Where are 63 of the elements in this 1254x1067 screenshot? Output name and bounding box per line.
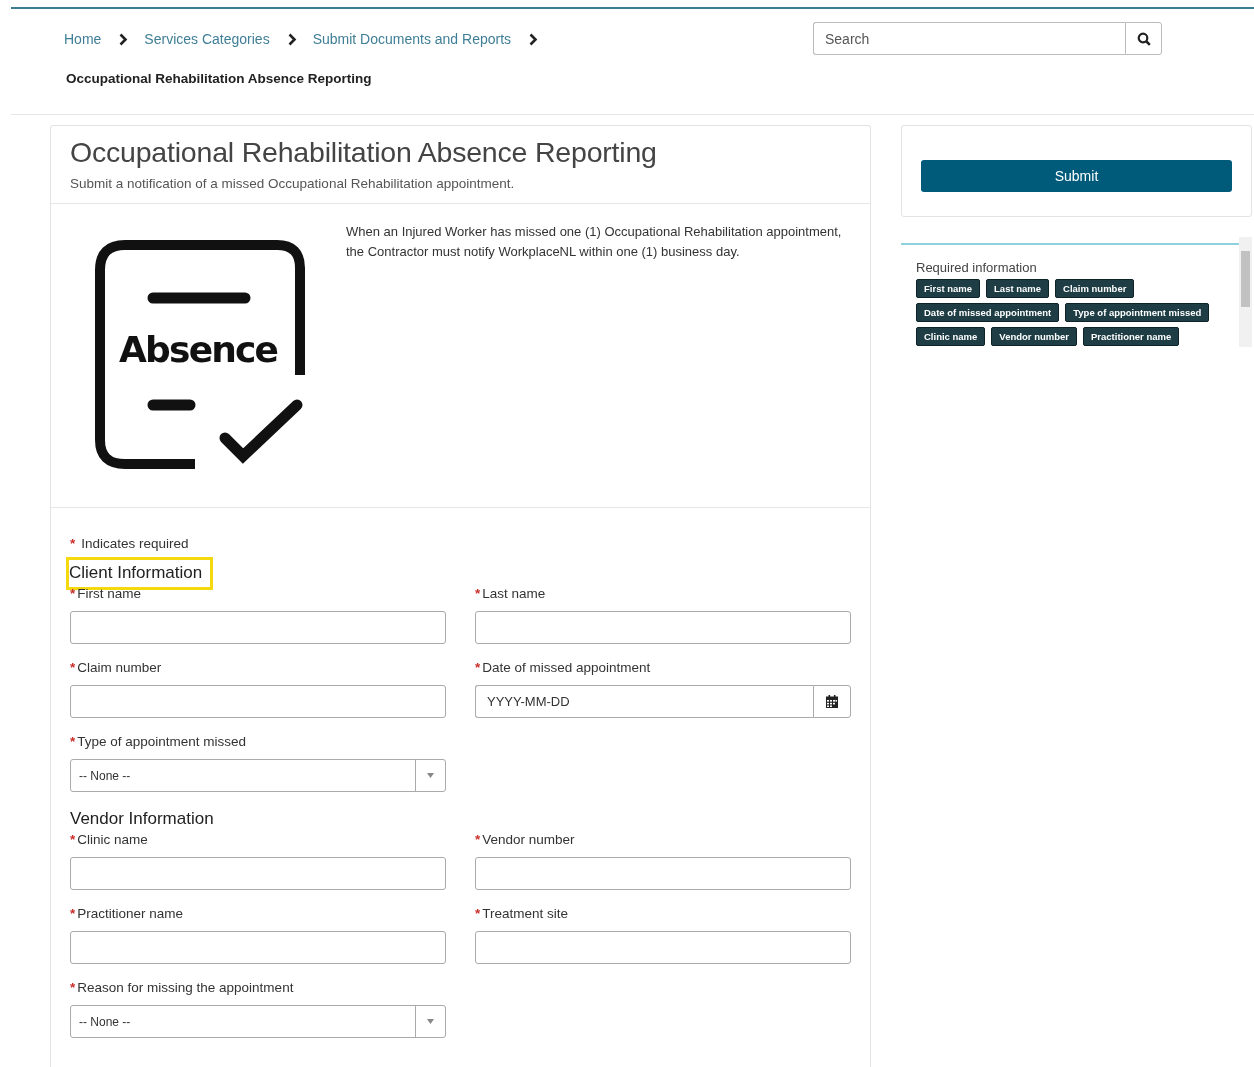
field-label: Last name <box>482 586 546 601</box>
required-asterisk: * <box>70 586 76 601</box>
breadcrumb-link[interactable]: Home <box>64 31 102 47</box>
required-field-tag: Clinic name <box>916 327 986 346</box>
required-field-tag: First name <box>916 279 981 298</box>
illustration-text: Absence <box>119 329 279 370</box>
field-label: First name <box>77 586 142 601</box>
required-field-tag: Vendor number <box>991 327 1077 346</box>
required-field-tag: Type of appointment missed <box>1065 303 1210 322</box>
required-asterisk: * <box>70 980 76 995</box>
required-asterisk: * <box>70 536 76 551</box>
chevron-icon <box>529 32 539 46</box>
text-field[interactable] <box>475 611 851 644</box>
breadcrumb-link[interactable]: Submit Documents and Reports <box>312 31 512 47</box>
search-field[interactable]: Search <box>813 22 1125 55</box>
text-field[interactable] <box>70 857 446 890</box>
chevron-icon <box>119 32 129 46</box>
section-heading: Vendor Information <box>70 808 215 830</box>
required-field-tag: Last name <box>986 279 1050 298</box>
required-asterisk: * <box>70 832 76 847</box>
current-page-title: Occupational Rehabilitation Absence Reporting <box>66 71 372 86</box>
required-note: Indicates required <box>81 536 189 551</box>
description-text: When an Injured Worker has missed one (1) Occupational Rehabilitation appointment, the Contractor must notify WorkplaceNL within one (1) business day. <box>346 223 843 261</box>
required-asterisk: * <box>70 734 76 749</box>
text-field[interactable] <box>70 611 446 644</box>
required-field-tag: Claim number <box>1055 279 1135 298</box>
required-info-title: Required information <box>916 260 1038 275</box>
submit-button[interactable]: Submit <box>921 160 1232 192</box>
caret-icon <box>427 773 434 778</box>
text-field[interactable] <box>70 685 446 718</box>
field-label: Treatment site <box>482 906 569 921</box>
breadcrumb-link[interactable]: Services Categories <box>144 31 270 47</box>
dropdown[interactable]: -- None -- <box>70 759 446 792</box>
page-heading: Occupational Rehabilitation Absence Reporting <box>70 136 658 169</box>
chevron-icon <box>287 32 297 46</box>
search-icon <box>1136 31 1151 46</box>
calendar-button[interactable] <box>813 685 851 718</box>
page-subtitle: Submit a notification of a missed Occupational Rehabilitation appointment. <box>70 176 516 191</box>
date-field[interactable]: YYYY-MM-DD <box>475 685 813 718</box>
required-asterisk: * <box>475 660 481 675</box>
required-asterisk: * <box>475 832 481 847</box>
field-label: Claim number <box>77 660 162 675</box>
search-button[interactable] <box>1125 22 1162 55</box>
text-field[interactable] <box>475 931 851 964</box>
required-asterisk: * <box>475 586 481 601</box>
dropdown[interactable]: -- None -- <box>70 1005 446 1038</box>
field-label: Reason for missing the appointment <box>77 980 294 995</box>
field-label: Clinic name <box>77 832 148 847</box>
field-label: Practitioner name <box>77 906 184 921</box>
field-label: Type of appointment missed <box>77 734 247 749</box>
scrollbar[interactable] <box>1239 237 1252 347</box>
text-field[interactable] <box>475 857 851 890</box>
required-asterisk: * <box>70 906 76 921</box>
section-heading: Client Information <box>69 560 211 587</box>
calendar-icon <box>826 695 838 708</box>
field-label: Date of missed appointment <box>482 660 651 675</box>
required-asterisk: * <box>475 906 481 921</box>
text-field[interactable] <box>70 931 446 964</box>
required-field-tag: Date of missed appointment <box>916 303 1060 322</box>
required-asterisk: * <box>70 660 76 675</box>
field-label: Vendor number <box>482 832 575 847</box>
required-field-tag: Practitioner name <box>1083 327 1180 346</box>
caret-icon <box>427 1019 434 1024</box>
